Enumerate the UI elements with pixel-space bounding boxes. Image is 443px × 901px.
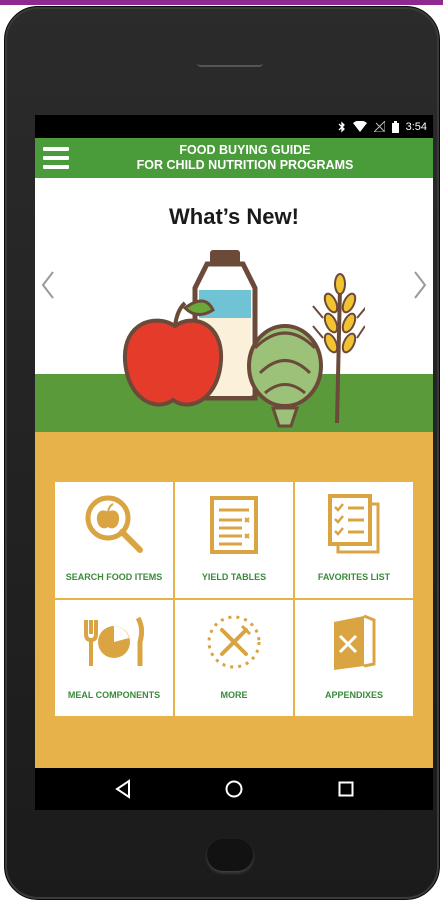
home-icon (225, 780, 243, 798)
tile-search-food-items[interactable]: SEARCH FOOD ITEMS (55, 482, 173, 598)
app-bar: FOOD BUYING GUIDE FOR CHILD NUTRITION PR… (35, 138, 433, 178)
back-button[interactable] (113, 778, 135, 800)
hamburger-menu-icon[interactable] (43, 145, 69, 171)
menu-grid: SEARCH FOOD ITEMS YIELD TABLES FAVORITES… (55, 482, 413, 717)
menu-area: SEARCH FOOD ITEMS YIELD TABLES FAVORITES… (35, 432, 433, 768)
tile-yield-tables[interactable]: YIELD TABLES (175, 482, 293, 598)
whats-new-banner[interactable]: What’s New! (35, 178, 433, 432)
phone-frame: 3:54 FOOD BUYING GUIDE FOR CHILD NUTRITI… (4, 6, 440, 900)
carousel-prev-button[interactable] (41, 270, 55, 306)
carousel-next-button[interactable] (413, 270, 427, 306)
food-illustration (122, 250, 365, 428)
status-time: 3:54 (405, 120, 427, 133)
meal-components-icon (84, 616, 145, 666)
android-nav-bar (35, 768, 433, 810)
wheat-icon (312, 273, 365, 424)
artichoke-icon (247, 324, 323, 428)
chevron-left-icon (41, 271, 54, 299)
appendixes-icon (334, 614, 376, 670)
tile-favorites-list[interactable]: FAVORITES LIST (295, 482, 413, 598)
tile-meal-components[interactable]: MEAL COMPONENTS (55, 600, 173, 716)
battery-icon (391, 120, 399, 133)
recents-button[interactable] (335, 778, 357, 800)
speaker-grille (197, 57, 263, 67)
status-bar: 3:54 (35, 115, 433, 138)
tile-more[interactable]: MORE (175, 600, 293, 716)
phone-screen: 3:54 FOOD BUYING GUIDE FOR CHILD NUTRITI… (35, 115, 433, 810)
tile-label: YIELD TABLES (201, 572, 267, 582)
more-icon (207, 615, 261, 669)
app-title-line1: FOOD BUYING GUIDE (179, 143, 311, 157)
wifi-icon (352, 121, 367, 132)
bluetooth-icon (338, 120, 345, 133)
tile-label: MEAL COMPONENTS (67, 690, 161, 700)
tile-label: APPENDIXES (324, 690, 384, 700)
tile-appendixes[interactable]: APPENDIXES (295, 600, 413, 716)
app-title-line2: FOR CHILD NUTRITION PROGRAMS (136, 158, 354, 172)
tile-label: MORE (220, 690, 248, 700)
signal-icon (373, 121, 385, 132)
banner-title: What’s New! (169, 204, 299, 229)
search-food-icon (85, 495, 143, 553)
tile-label: FAVORITES LIST (317, 572, 391, 582)
favorites-list-icon (328, 494, 380, 554)
physical-home-button[interactable] (207, 839, 253, 871)
chevron-right-icon (414, 271, 427, 299)
recents-icon (338, 781, 354, 797)
tile-label: SEARCH FOOD ITEMS (65, 572, 163, 582)
back-icon (115, 779, 130, 799)
yield-table-icon (210, 496, 258, 554)
home-button[interactable] (223, 778, 245, 800)
top-accent-strip (0, 0, 443, 5)
